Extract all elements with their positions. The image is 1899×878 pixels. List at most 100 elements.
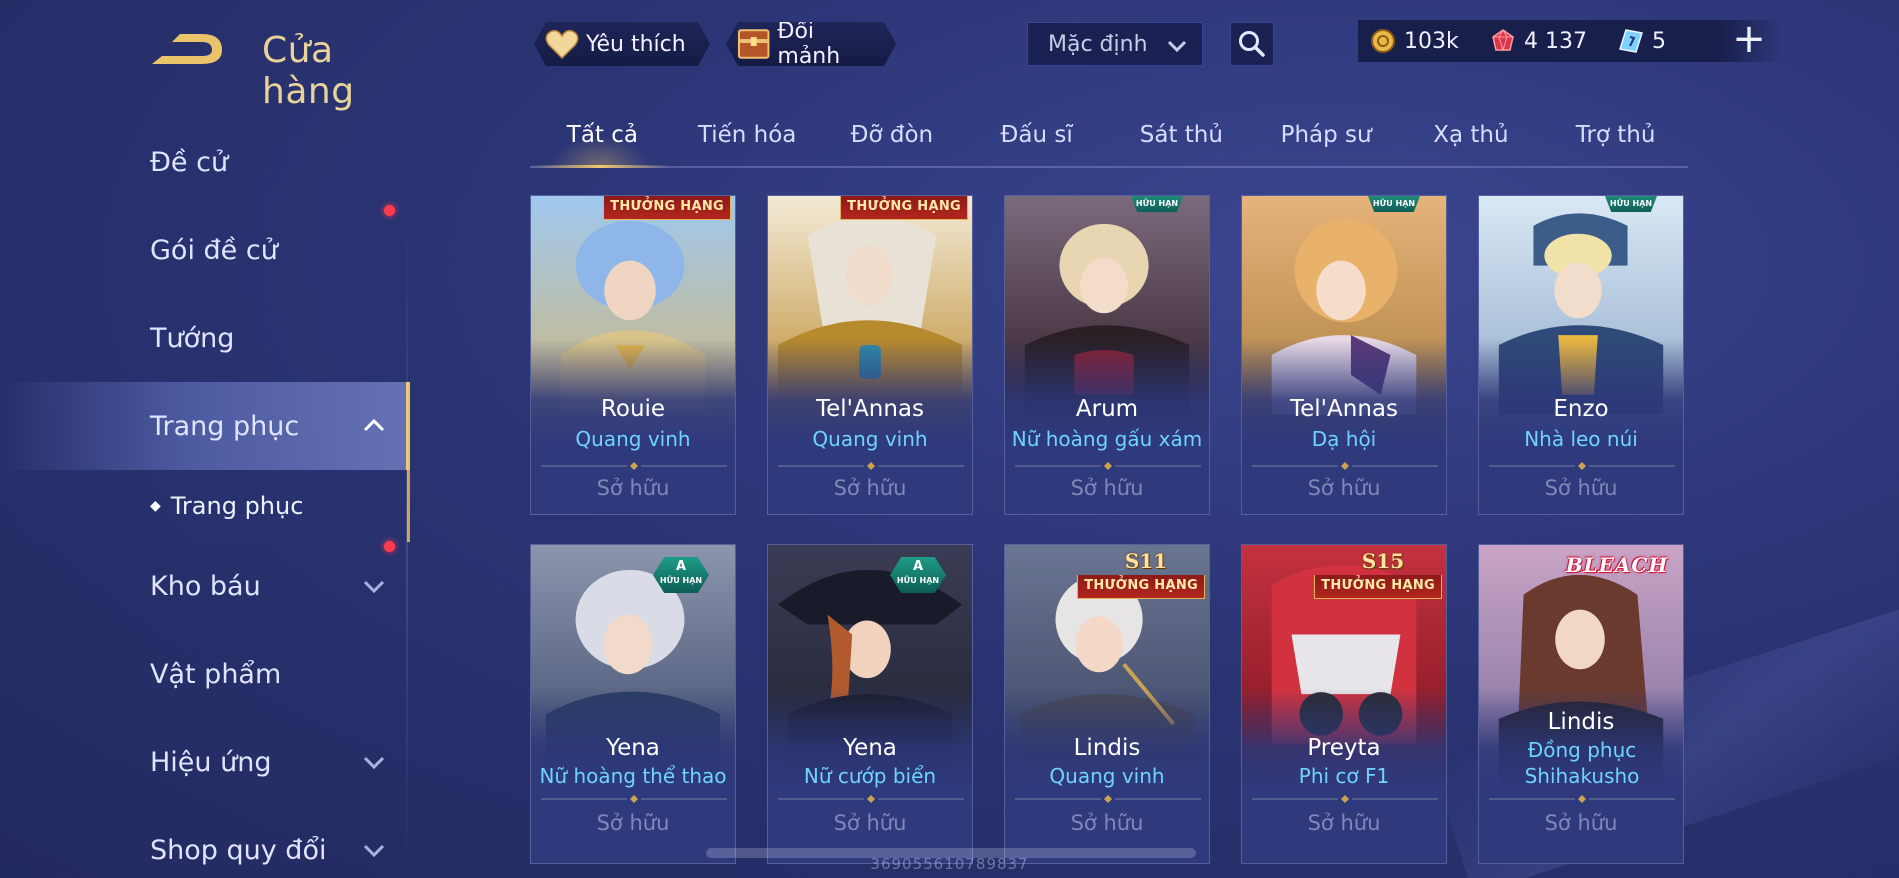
gold-amount: 103k [1404,28,1459,54]
add-currency-button[interactable]: + [1732,18,1766,62]
skin-name: Quang vinh [812,427,928,451]
skin-card[interactable]: S11 THƯỞNG HẠNG Lindis Quang vinh Sở hữu [1004,544,1210,864]
sidebar-item-label: Vật phẩm [150,658,282,690]
hero-name: Tel'Annas [1290,396,1398,422]
limited-text: HỮU HẠN [659,576,703,585]
sidebar-item-label: Đề cử [150,146,229,178]
owned-status: Sở hữu [1544,811,1618,835]
divider-ornament [1252,795,1438,803]
grade-a-limited-badge: A HỮU HẠN [653,557,709,593]
skin-card[interactable]: HỮU HẠN Enzo Nhà leo núi Sở hữu [1478,195,1684,515]
sidebar-item-label: Hiệu ứng [150,746,272,778]
favorites-label: Yêu thích [586,31,686,57]
tab-assassin[interactable]: Sát thủ [1109,116,1254,166]
tab-marksman[interactable]: Xạ thủ [1399,116,1544,166]
owned-status: Sở hữu [1307,811,1381,835]
hero-name: Yena [606,735,660,761]
favorites-button[interactable]: Yêu thích [534,22,710,66]
skin-card[interactable]: BLEACH Lindis Đồng phục Shihakusho Sở hữ… [1478,544,1684,864]
sidebar-nav: Đề cử Gói đề cử Tướng Trang phục ◆ Trang… [0,118,410,878]
divider-ornament [1489,462,1675,470]
owned-status: Sở hữu [1544,476,1618,500]
sidebar-item-label: Kho báu [150,570,261,602]
hero-name: Preyta [1307,735,1381,761]
user-id-watermark: 369055610789837 [870,855,1029,873]
hero-name: Rouie [600,396,666,422]
skin-card[interactable]: HỮU HẠN Arum Nữ hoàng gấu xám Sở hữu [1004,195,1210,515]
hero-name: Lindis [1073,735,1141,761]
sidebar: Cửa hàng Đề cử Gói đề cử Tướng Trang phụ… [0,0,410,878]
gold-coin-icon [1371,29,1395,53]
skin-name: Quang vinh [575,427,691,451]
owned-status: Sở hữu [596,476,670,500]
skin-card[interactable]: A HỮU HẠN Yena Nữ cướp biển Sở hữu [767,544,973,864]
owned-status: Sở hữu [833,476,907,500]
chevron-up-icon [363,418,385,432]
sidebar-item-items[interactable]: Vật phẩm [0,630,410,718]
skin-name: Nữ hoàng gấu xám [1011,427,1203,451]
grade-a-limited-badge: A HỮU HẠN [890,557,946,593]
limited-text: HỮU HẠN [896,576,940,585]
sort-selected-value: Mặc định [1048,31,1148,57]
divider-ornament [541,795,727,803]
sidebar-item-skins[interactable]: Trang phục [0,382,410,470]
divider-ornament [1252,462,1438,470]
skin-name: Đồng phục Shihakusho [1524,738,1640,788]
sidebar-divider [406,210,408,878]
back-arrow-icon [152,34,222,64]
tab-all[interactable]: Tất cả [530,116,675,168]
gold-balance: 103k [1370,20,1459,62]
divider-ornament [1015,462,1201,470]
sidebar-item-heroes[interactable]: Tướng [0,294,410,382]
chevron-down-icon [1167,40,1187,53]
exchange-fragments-button[interactable]: Đổi mảnh [726,22,896,66]
divider-ornament [1489,795,1675,803]
heart-icon [544,27,580,61]
chevron-down-icon [363,756,385,770]
bullet-diamond-icon: ◆ [150,498,161,514]
sidebar-subitem-skins[interactable]: ◆ Trang phục [0,470,410,542]
bleach-collab-logo: BLEACH [1565,553,1669,577]
skin-name: Nữ hoàng thể thao [539,764,727,788]
limited-badge: HỮU HẠN [1368,196,1420,212]
owned-status: Sở hữu [1070,476,1144,500]
divider-ornament [778,462,964,470]
hero-name: Yena [843,735,897,761]
sort-dropdown[interactable]: Mặc định [1027,22,1203,66]
skin-card[interactable]: THƯỞNG HẠNG Tel'Annas Quang vinh Sở hữu [767,195,973,515]
sidebar-item-treasure[interactable]: Kho báu [0,541,410,630]
sidebar-item-label: Tướng [150,322,235,354]
rank-reward-badge: THƯỞNG HẠNG [603,196,731,220]
sidebar-subitem-label: Trang phục [170,492,304,520]
sidebar-item-recommended[interactable]: Đề cử [0,118,410,206]
exchange-label: Đổi mảnh [777,19,841,69]
divider-ornament [541,462,727,470]
skin-card[interactable]: HỮU HẠN Tel'Annas Dạ hội Sở hữu [1241,195,1447,515]
skin-name: Nữ cướp biển [803,764,937,788]
tab-tank[interactable]: Đỡ đòn [820,116,965,166]
ruby-amount: 4 137 [1524,28,1587,54]
sidebar-item-label: Gói đề cử [150,234,278,266]
tab-support[interactable]: Trợ thủ [1543,116,1688,166]
skin-card[interactable]: A HỮU HẠN Yena Nữ hoàng thể thao Sở hữu [530,544,736,864]
search-button[interactable] [1230,22,1274,66]
hero-name: Lindis [1547,709,1615,735]
chevron-down-icon [363,580,385,594]
tab-mage[interactable]: Pháp sư [1254,116,1399,166]
sidebar-item-recommended-packs[interactable]: Gói đề cử [0,205,410,294]
skin-card[interactable]: S15 THƯỞNG HẠNG Preyta Phi cơ F1 Sở hữu [1241,544,1447,864]
ruby-balance: 4 137 [1490,20,1587,62]
divider-ornament [778,795,964,803]
skin-name: Dạ hội [1311,427,1377,451]
tab-fighter[interactable]: Đấu sĩ [964,116,1109,166]
sidebar-item-effects[interactable]: Hiệu ứng [0,718,410,806]
divider-ornament [1015,795,1201,803]
sidebar-item-label: Trang phục [150,410,300,442]
currency-bar: 103k 4 137 5 [1358,20,1782,62]
skin-name: Nhà leo núi [1524,427,1638,451]
back-button[interactable] [148,28,228,72]
skin-name: Quang vinh [1049,764,1165,788]
rank-reward-badge: THƯỞNG HẠNG [1314,575,1442,599]
tab-evolution[interactable]: Tiến hóa [675,116,820,166]
skin-card[interactable]: THƯỞNG HẠNG Rouie Quang vinh Sở hữu [530,195,736,515]
